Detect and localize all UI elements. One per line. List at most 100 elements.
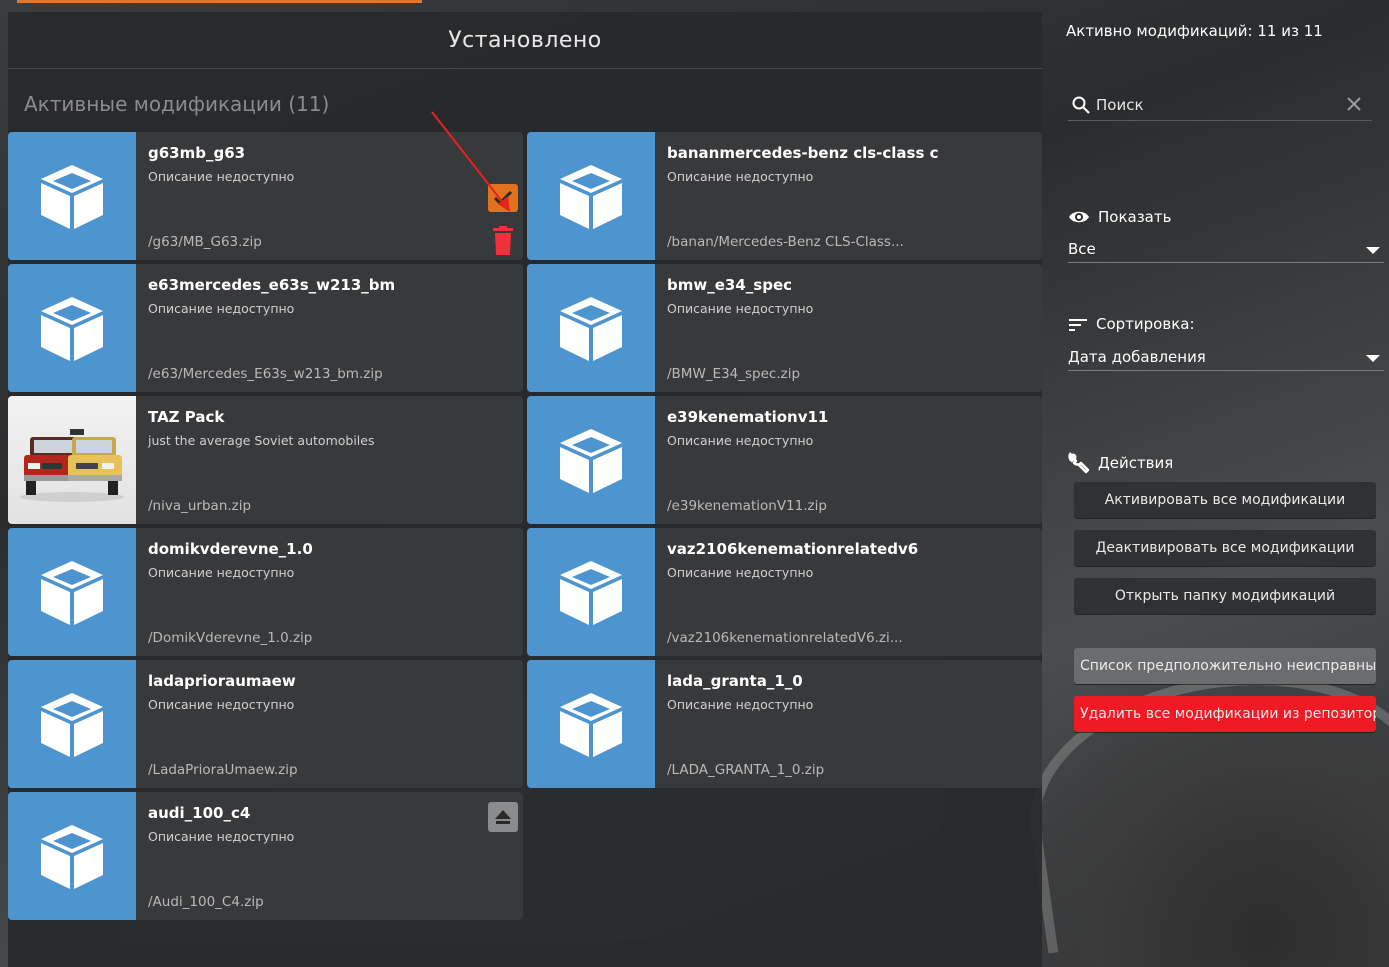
- car-photo-icon: [20, 429, 124, 502]
- mod-card[interactable]: g63mb_g63 Описание недоступно /g63/MB_G6…: [8, 132, 523, 260]
- mod-thumbnail: [8, 660, 136, 788]
- mod-description: Описание недоступно: [667, 697, 814, 712]
- mod-name: bmw_e34_spec: [667, 276, 793, 294]
- eye-icon: [1069, 211, 1089, 223]
- mod-card[interactable]: TAZ Pack just the average Soviet automob…: [8, 396, 523, 524]
- mod-path: /vaz2106kenemationrelatedV6.zi...: [667, 630, 903, 646]
- sidebar: Активно модификаций: 11 из 11 Показать В…: [1050, 0, 1389, 967]
- chevron-down-icon: [1366, 247, 1380, 254]
- mod-description: Описание недоступно: [148, 829, 295, 844]
- mod-name: bananmercedes-benz cls-class c: [667, 144, 939, 162]
- mod-name: lada_granta_1_0: [667, 672, 803, 690]
- mod-name: e63mercedes_e63s_w213_bm: [148, 276, 396, 294]
- box-icon: [560, 297, 622, 361]
- page-title: Установлено: [8, 12, 1042, 69]
- show-filter-select[interactable]: Все: [1068, 238, 1384, 263]
- mod-thumbnail: [527, 528, 655, 656]
- active-mods-count: Активно модификаций: 11 из 11: [1066, 22, 1323, 40]
- mod-path: /e63/Mercedes_E63s_w213_bm.zip: [148, 366, 383, 382]
- mod-description: Описание недоступно: [148, 697, 295, 712]
- box-icon: [41, 693, 103, 757]
- open-folder-button[interactable]: Открыть папку модификаций: [1074, 578, 1376, 614]
- box-icon: [560, 561, 622, 625]
- box-icon: [560, 693, 622, 757]
- box-icon: [560, 429, 622, 493]
- trash-icon[interactable]: [492, 226, 514, 256]
- mod-name: e39kenemationv11: [667, 408, 829, 426]
- mod-path: /niva_urban.zip: [148, 498, 252, 514]
- upload-button[interactable]: [488, 802, 518, 832]
- mod-card[interactable]: e39kenemationv11 Описание недоступно /e3…: [527, 396, 1042, 524]
- top-progress-line: [17, 0, 422, 3]
- section-title: Активные модификации (11): [24, 92, 330, 116]
- mod-name: audi_100_c4: [148, 804, 251, 822]
- chevron-down-icon: [1366, 355, 1380, 362]
- search-icon: [1072, 96, 1090, 114]
- upload-icon: [495, 810, 511, 824]
- active-checkbox[interactable]: [488, 184, 518, 212]
- mod-name: g63mb_g63: [148, 144, 246, 162]
- mod-description: Описание недоступно: [148, 169, 295, 184]
- mod-card[interactable]: lada_granta_1_0 Описание недоступно /LAD…: [527, 660, 1042, 788]
- mod-thumbnail: [527, 264, 655, 392]
- sort-select[interactable]: Дата добавления: [1068, 346, 1384, 371]
- checkmark-icon: [493, 190, 513, 206]
- box-icon: [41, 165, 103, 229]
- show-filter-label: Показать: [1068, 208, 1171, 226]
- mod-path: /g63/MB_G63.zip: [148, 234, 262, 250]
- mod-thumbnail: [8, 528, 136, 656]
- mod-name: vaz2106kenemationrelatedv6: [667, 540, 919, 558]
- mod-description: Описание недоступно: [148, 565, 295, 580]
- mod-card[interactable]: ladaprioraumaew Описание недоступно /Lad…: [8, 660, 523, 788]
- mod-path: /e39kenemationV11.zip: [667, 498, 827, 514]
- mod-card[interactable]: bmw_e34_spec Описание недоступно /BMW_E3…: [527, 264, 1042, 392]
- mod-description: Описание недоступно: [148, 301, 295, 316]
- mod-thumbnail: [527, 396, 655, 524]
- mod-card[interactable]: domikvderevne_1.0 Описание недоступно /D…: [8, 528, 523, 656]
- mod-path: /Audi_100_C4.zip: [148, 894, 264, 910]
- mod-card[interactable]: vaz2106kenemationrelatedv6 Описание недо…: [527, 528, 1042, 656]
- mod-thumbnail: [527, 660, 655, 788]
- mod-card[interactable]: e63mercedes_e63s_w213_bm Описание недост…: [8, 264, 523, 392]
- mod-description: Описание недоступно: [667, 433, 814, 448]
- mod-thumbnail: [8, 792, 136, 920]
- mod-card[interactable]: bananmercedes-benz cls-class c Описание …: [527, 132, 1042, 260]
- show-filter-value: Все: [1068, 240, 1096, 258]
- mod-description: just the average Soviet automobiles: [148, 433, 375, 448]
- mod-path: /BMW_E34_spec.zip: [667, 366, 801, 382]
- actions-label-text: Действия: [1098, 454, 1174, 472]
- deactivate-all-button[interactable]: Деактивировать все модификации: [1074, 530, 1376, 566]
- mod-description: Описание недоступно: [667, 169, 814, 184]
- search-box[interactable]: [1068, 92, 1372, 121]
- mod-card[interactable]: audi_100_c4 Описание недоступно /Audi_10…: [8, 792, 523, 920]
- wrench-icon: [1068, 452, 1090, 474]
- close-icon[interactable]: [1346, 96, 1362, 112]
- box-icon: [41, 297, 103, 361]
- sort-label: Сортировка:: [1068, 315, 1195, 333]
- mods-grid: g63mb_g63 Описание недоступно /g63/MB_G6…: [8, 132, 1042, 920]
- box-icon: [41, 825, 103, 889]
- sort-label-text: Сортировка:: [1096, 315, 1195, 333]
- mod-path: /LADA_GRANTA_1_0.zip: [667, 762, 825, 778]
- sort-icon: [1069, 319, 1087, 331]
- mod-description: Описание недоступно: [667, 565, 814, 580]
- mod-thumbnail: [8, 132, 136, 260]
- mod-path: /DomikVderevne_1.0.zip: [148, 630, 313, 646]
- installed-mods-panel: Установлено Активные модификации (11) g6…: [8, 12, 1042, 967]
- mod-thumbnail: [527, 132, 655, 260]
- delete-all-button[interactable]: Удалить все модификации из репозитория: [1074, 696, 1376, 732]
- mod-name: TAZ Pack: [148, 408, 225, 426]
- mod-thumbnail: [8, 396, 136, 524]
- mod-thumbnail: [8, 264, 136, 392]
- activate-all-button[interactable]: Активировать все модификации: [1074, 482, 1376, 518]
- mod-description: Описание недоступно: [667, 301, 814, 316]
- search-input[interactable]: [1094, 92, 1358, 118]
- mod-name: domikvderevne_1.0: [148, 540, 313, 558]
- mod-path: /LadaPrioraUmaew.zip: [148, 762, 298, 778]
- box-icon: [41, 561, 103, 625]
- mod-name: ladaprioraumaew: [148, 672, 296, 690]
- mod-path: /banan/Mercedes-Benz CLS-Class...: [667, 234, 904, 250]
- box-icon: [560, 165, 622, 229]
- sort-value: Дата добавления: [1068, 348, 1206, 366]
- broken-list-button[interactable]: Список предположительно неисправных: [1074, 648, 1376, 684]
